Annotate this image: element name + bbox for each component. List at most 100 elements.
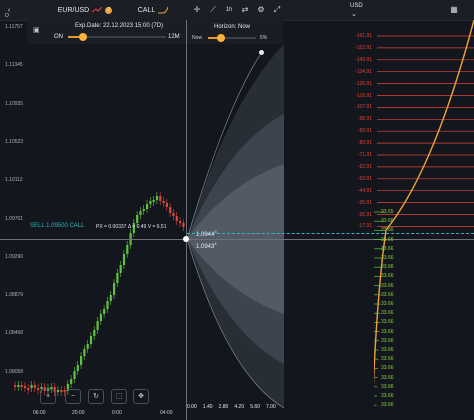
pnl-loss-label: -35.91 [357,199,372,206]
pnl-profit-label: 33.66 [381,328,394,335]
candle-body [96,321,99,330]
pnl-profit-label: 33.66 [381,356,394,363]
expand-icon[interactable]: ⤢ [270,4,284,16]
candle-body [93,330,96,336]
candle-body [149,201,152,204]
horizon-slider-knob[interactable] [217,34,225,42]
candle-body [119,265,122,273]
pair-selector[interactable]: EUR/USD 7 [50,3,120,17]
zoom-in-icon[interactable]: + [40,389,56,404]
pnl-profit-label: 33.66 [381,282,394,289]
greeks-label: PX = 0.00337 Δ = 0.49 V = 6.51 [96,224,167,230]
pnl-loss-label: -89.91 [357,128,372,135]
grid-menu-icon[interactable]: ▦ [447,4,461,16]
horizon-tick-label: 1.40 [202,404,213,410]
candle-body [30,385,33,388]
option-type-selector[interactable]: CALL [128,3,178,17]
chart-top-label: O [5,13,9,19]
draw-line-icon[interactable]: ⟋ [206,4,220,16]
pnl-profit-label: 33.66 [381,310,394,317]
select-icon[interactable]: ⬚ [111,389,127,404]
option-type-label: CALL [137,6,156,14]
horizon-tick-label: 5.60 [250,404,260,410]
candle-body [136,215,139,223]
pnl-profit-label: 33.66 [381,374,394,381]
candle-body [86,344,89,349]
candle-body [14,385,17,387]
x-tick-label: 04:00 [160,410,173,416]
currency-label: USD [350,3,363,9]
candle-body [109,295,112,301]
time-divider-line [186,20,187,420]
pair-badge: 7 [105,6,113,14]
pnl-profit-label: 33.66 [381,227,394,234]
candle-body [76,365,79,371]
pair-label: EUR/USD [57,6,90,14]
pnl-profit-label: 33.66 [381,337,394,344]
candle-body [152,200,155,202]
price-marker-1: 1.09443 [196,229,217,238]
pnl-loss-label: -62.91 [357,163,372,170]
candle-body [172,213,175,216]
candle-body [103,309,106,314]
pnl-profit-label: 33.66 [381,365,394,372]
pnl-loss-label: -17.91 [357,223,372,230]
horizon-tick-label: 4.20 [234,404,245,410]
currency-chevron-icon[interactable]: ⌄ [351,10,357,18]
cone-end-marker [259,50,264,55]
trend-icon [92,7,103,13]
candle-body [89,336,93,344]
pnl-loss-label: -161.91 [355,33,372,39]
candle-body [182,223,185,227]
pnl-loss-label: -116.91 [355,92,372,99]
candle-body [83,349,86,356]
pnl-profit-label: 33.66 [381,255,394,261]
sell-order-label[interactable]: SELL 1.09500 CALL [30,223,85,229]
horizon-title: Horizon: Now [214,24,251,30]
candle-body [162,201,165,203]
swap-icon[interactable]: ⇄ [238,4,252,16]
refresh-icon[interactable]: ↻ [88,389,104,404]
horizon-left-label: Now [192,35,203,41]
pnl-loss-label: -44.91 [357,187,372,194]
pnl-profit-label: 33.66 [381,264,394,271]
move-icon[interactable]: ✥ [133,389,149,404]
top-toolbar: ‹ EUR/USD 7 CALL ✛ ⟋ 1h ⇄ ⚙ ⤢ USD ⌄ ▦ [0,0,474,21]
candle-body [56,390,60,392]
pnl-profit-label: 33.66 [381,383,394,390]
pnl-loss-label: -53.91 [357,175,372,182]
candle-body [37,388,40,390]
zoom-out-icon[interactable]: − [65,389,81,404]
pnl-loss-label: -26.91 [357,211,372,218]
candle-body [113,283,116,295]
pnl-loss-label: -107.91 [355,104,372,111]
candle-body [60,390,63,392]
candle-body [175,216,178,221]
call-curve-icon [158,6,169,13]
candle-body [122,254,126,265]
candle-body [73,371,76,379]
crosshair-icon[interactable]: ✛ [190,4,204,16]
pnl-loss-label: -143.91 [355,56,372,63]
timeframe-button[interactable]: 1h [222,4,236,16]
candle-body [155,196,159,200]
candle-body [139,211,142,215]
pnl-profit-label: 33.66 [381,291,394,298]
probability-cone [187,44,284,408]
settings-icon[interactable]: ⚙ [254,4,268,16]
candle-body [23,386,27,388]
candle-body [169,207,172,213]
candle-body [159,196,162,201]
candle-body [106,301,109,309]
horizon-tick-label: 7.00 [266,404,276,410]
candle-body [146,204,149,209]
x-tick-label: 20:00 [72,410,85,416]
candle-body [70,379,73,384]
current-price-dot[interactable] [183,236,189,242]
candle-body [27,388,30,390]
candle-body [116,273,119,283]
pnl-profit-label: 33.66 [381,236,394,243]
candle-body [99,314,102,321]
pnl-loss-label: -80.91 [357,140,372,147]
pnl-profit-label: 33.65 [381,209,394,215]
